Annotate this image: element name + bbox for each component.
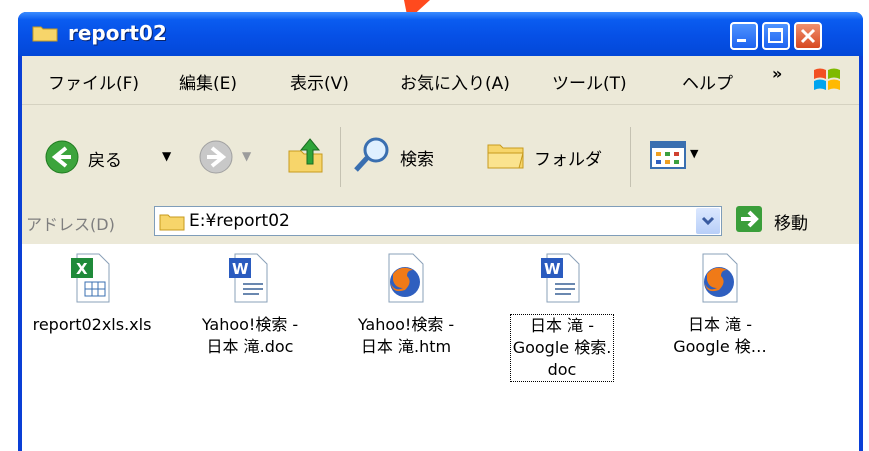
- maximize-icon: [768, 28, 783, 43]
- address-path: E:¥report02: [189, 211, 290, 231]
- folders-button[interactable]: フォルダ: [486, 135, 616, 175]
- svg-text:X: X: [76, 260, 88, 278]
- search-icon: [354, 137, 389, 172]
- file-name: 日本 滝 - Google 検…: [673, 315, 767, 356]
- forward-arrow-icon: [199, 140, 233, 174]
- forward-button[interactable]: ▼: [198, 139, 256, 175]
- up-folder-icon[interactable]: [286, 135, 326, 175]
- window-title: report02: [68, 21, 167, 45]
- go-button[interactable]: [736, 206, 762, 232]
- chevron-down-icon: [701, 216, 715, 226]
- file-item-selected[interactable]: W 日本 滝 - Google 検索. doc: [492, 252, 632, 382]
- address-dropdown-button[interactable]: [696, 208, 720, 234]
- word-icon: W: [541, 253, 580, 303]
- forward-dropdown-icon[interactable]: ▼: [242, 149, 251, 163]
- firefox-icon: [388, 253, 424, 303]
- go-label[interactable]: 移動: [774, 209, 808, 234]
- toolbar-separator: [340, 127, 341, 187]
- menu-edit[interactable]: 編集(E): [179, 69, 237, 94]
- folders-label: フォルダ: [534, 150, 602, 170]
- folder-icon: [32, 26, 58, 42]
- menu-view[interactable]: 表示(V): [290, 69, 349, 94]
- address-field[interactable]: E:¥report02: [154, 206, 722, 236]
- menu-overflow-chevron[interactable]: »: [772, 64, 782, 83]
- folder-icon: [487, 144, 524, 169]
- menu-tools[interactable]: ツール(T): [552, 69, 627, 94]
- minimize-button[interactable]: [730, 22, 758, 50]
- close-button[interactable]: [794, 22, 822, 50]
- file-list: X report02xls.xls W Yahoo!検索 - 日本 滝.doc: [22, 244, 859, 451]
- file-name: Yahoo!検索 - 日本 滝.doc: [201, 315, 299, 356]
- folder-icon: [159, 214, 185, 231]
- explorer-window: report02 ファイル(F) 編集(E) 表示(V) お気に入り(A) ツー…: [18, 12, 863, 451]
- svg-text:W: W: [544, 260, 561, 278]
- search-button[interactable]: 検索: [352, 135, 462, 175]
- back-button[interactable]: 戻る ▼: [44, 139, 184, 175]
- address-bar: アドレス(D) E:¥report02 移動: [22, 198, 859, 244]
- address-label: アドレス(D): [26, 215, 115, 234]
- views-icon: [650, 141, 686, 169]
- views-dropdown-icon: ▼: [690, 147, 699, 160]
- back-dropdown-icon[interactable]: ▼: [162, 149, 171, 163]
- toolbar: 戻る ▼ ▼ 検索 フォルダ ▼: [22, 105, 859, 208]
- file-name: report02xls.xls: [32, 315, 152, 334]
- file-item[interactable]: Yahoo!検索 - 日本 滝.htm: [336, 252, 476, 358]
- title-bar[interactable]: report02: [18, 12, 863, 56]
- file-name: 日本 滝 - Google 検索. doc: [509, 314, 615, 382]
- svg-text:W: W: [232, 260, 249, 278]
- menu-file[interactable]: ファイル(F): [48, 69, 139, 94]
- views-button[interactable]: ▼: [650, 139, 706, 175]
- firefox-icon: [702, 253, 738, 303]
- file-item[interactable]: W Yahoo!検索 - 日本 滝.doc: [180, 252, 320, 358]
- menu-help[interactable]: ヘルプ: [682, 69, 744, 94]
- menu-bar: ファイル(F) 編集(E) 表示(V) お気に入り(A) ツール(T) ヘルプ …: [22, 56, 859, 105]
- windows-logo-icon: [814, 68, 840, 90]
- menu-favorites[interactable]: お気に入り(A): [400, 69, 510, 94]
- file-item[interactable]: X report02xls.xls: [22, 252, 162, 336]
- word-icon: W: [229, 253, 268, 303]
- excel-icon: X: [71, 253, 110, 303]
- go-arrow-icon: [741, 210, 759, 228]
- minimize-icon: [737, 39, 746, 42]
- maximize-button[interactable]: [762, 22, 790, 50]
- back-arrow-icon: [45, 140, 79, 174]
- close-icon: [800, 28, 816, 44]
- back-label: 戻る: [88, 151, 122, 171]
- file-item[interactable]: 日本 滝 - Google 検…: [650, 252, 790, 358]
- file-name: Yahoo!検索 - 日本 滝.htm: [357, 315, 455, 356]
- toolbar-separator: [630, 127, 631, 187]
- search-label: 検索: [400, 150, 434, 170]
